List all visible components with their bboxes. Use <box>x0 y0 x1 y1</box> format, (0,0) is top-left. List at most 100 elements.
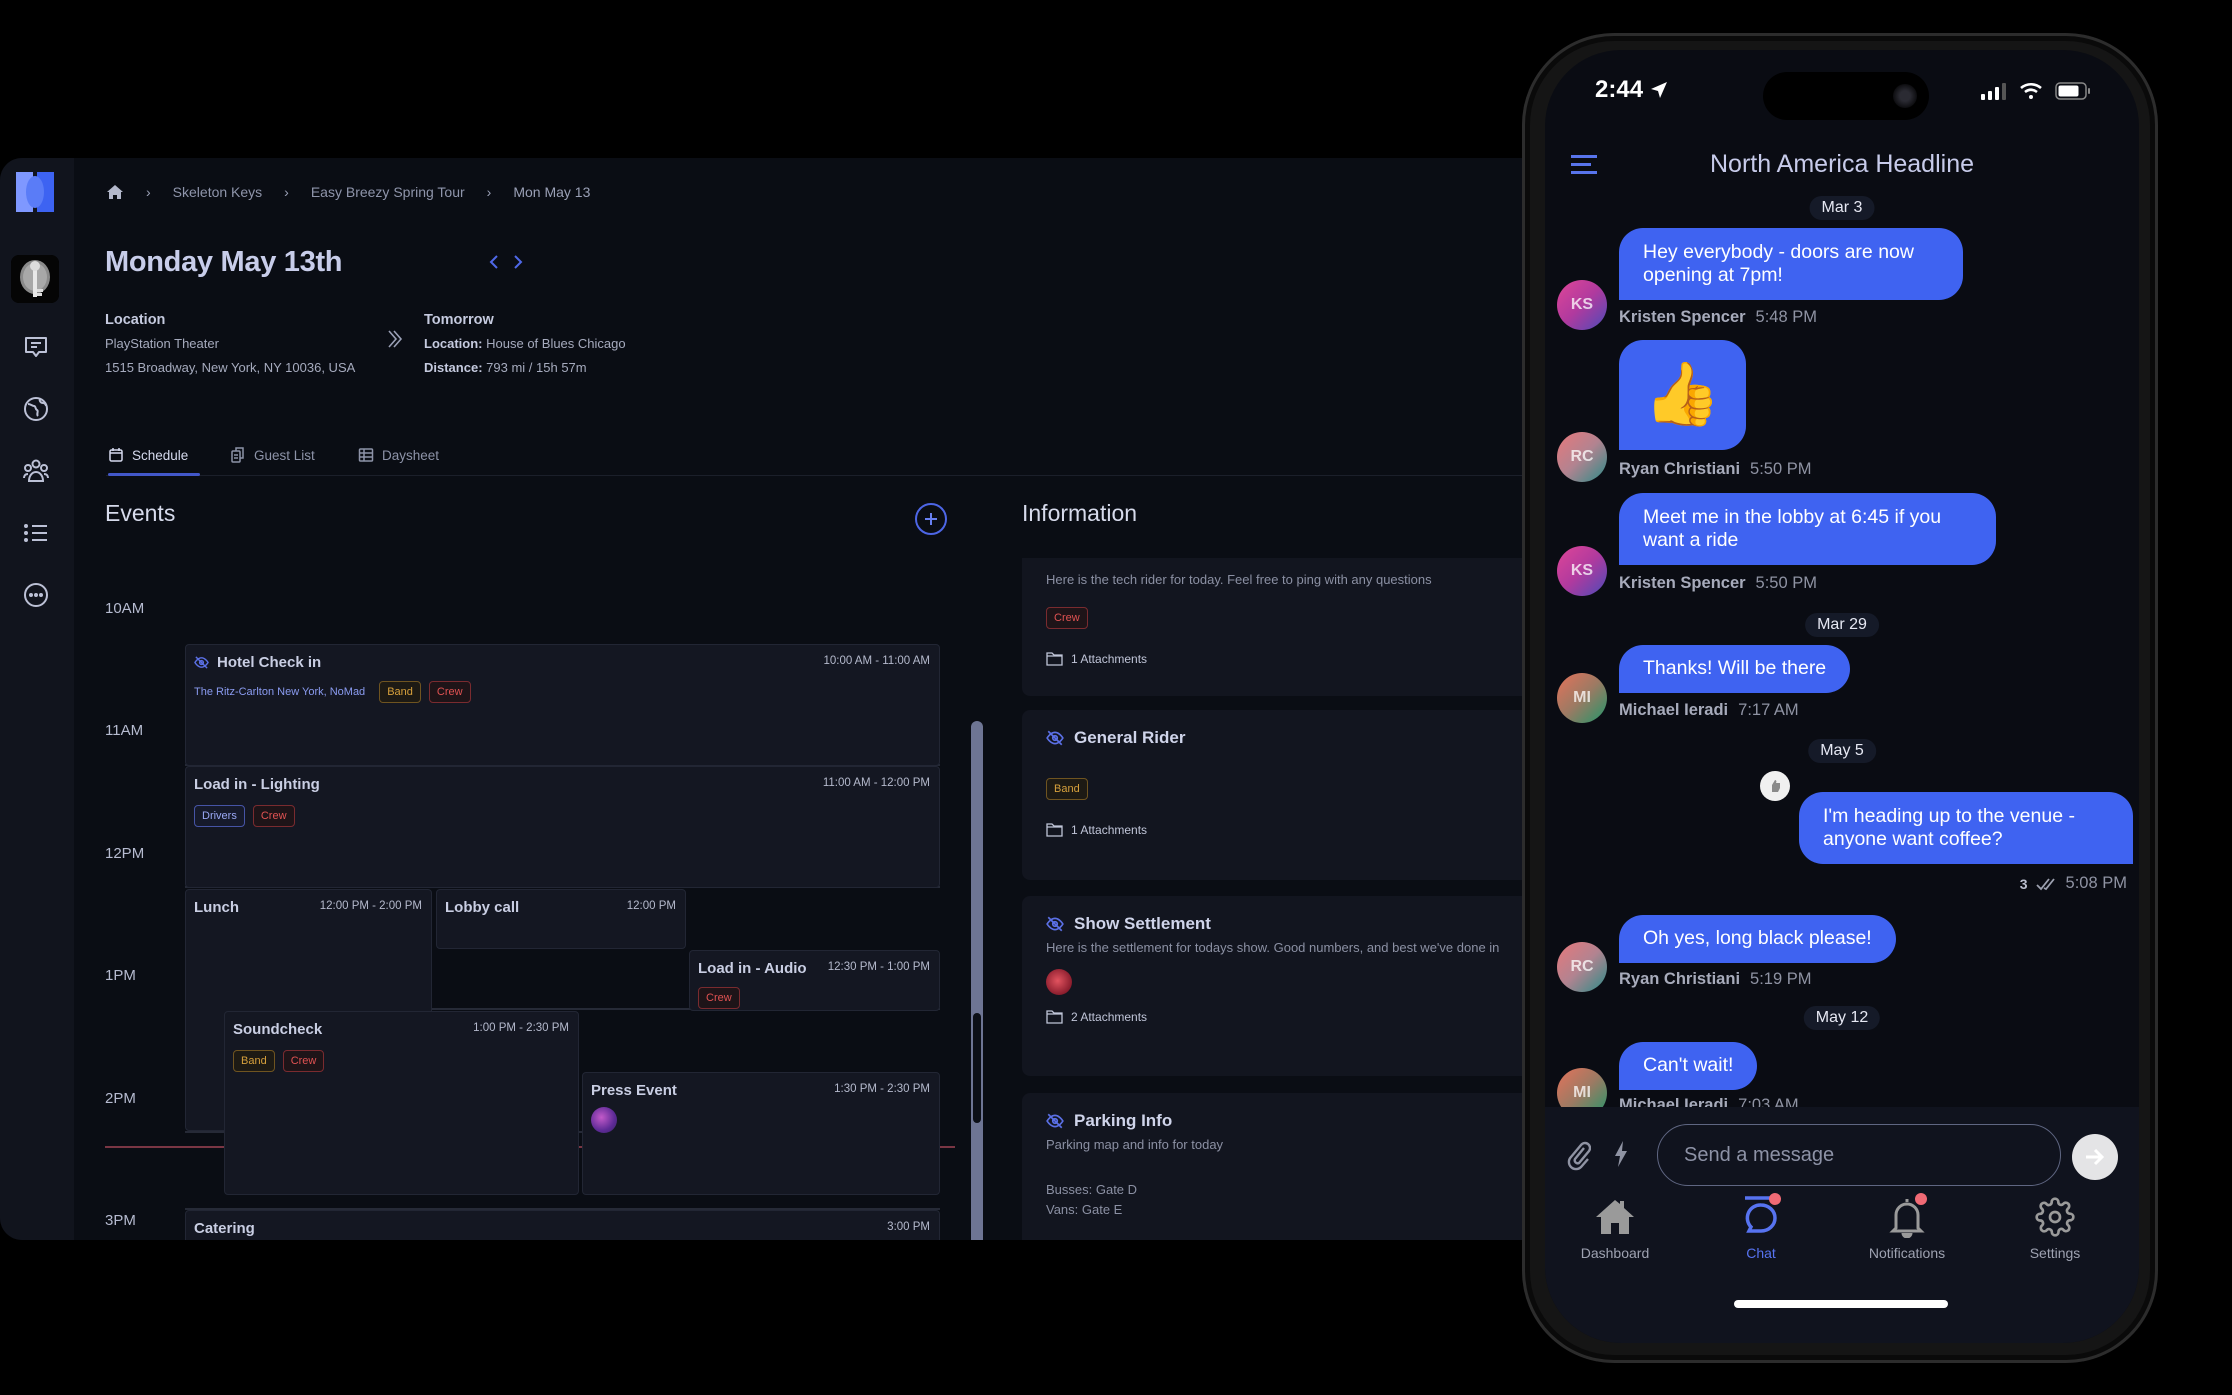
tab-label: Daysheet <box>382 447 440 463</box>
home-icon[interactable] <box>106 184 124 200</box>
tag-drivers: Drivers <box>194 805 245 827</box>
attachments-link[interactable]: 1 Attachments <box>1046 822 1518 837</box>
message-bubble[interactable]: Oh yes, long black please! <box>1619 915 1896 963</box>
tab-settings[interactable]: Settings <box>1995 1195 2115 1261</box>
date-separator: Mar 3 <box>1809 196 1875 220</box>
emoji-message[interactable]: 👍 <box>1619 340 1746 450</box>
avatar[interactable]: MI <box>1557 673 1607 723</box>
message-meta: Ryan Christiani 5:19 PM <box>1619 970 1811 989</box>
info-card[interactable]: Here is the tech rider for today. Feel f… <box>1022 558 1524 696</box>
event-card[interactable]: Soundcheck 1:00 PM - 2:30 PM Band Crew <box>224 1011 579 1195</box>
next-day-button[interactable] <box>511 250 525 274</box>
desktop-app-window: › Skeleton Keys › Easy Breezy Spring Tou… <box>0 158 1524 1240</box>
location-label: Location <box>105 312 166 328</box>
events-scrollbar-track[interactable] <box>971 721 983 1240</box>
previous-day-button[interactable] <box>487 250 501 274</box>
message-time: 5:08 PM <box>2065 874 2127 892</box>
info-card[interactable]: Show Settlement Here is the settlement f… <box>1022 896 1524 1076</box>
event-time: 11:00 AM - 12:00 PM <box>822 777 930 789</box>
paperclip-icon <box>1567 1141 1592 1171</box>
parking-line: Busses: Gate D <box>1046 1182 1138 1197</box>
event-location-link[interactable]: The Ritz-Carlton New York, NoMad <box>194 686 365 698</box>
tab-guest-list[interactable]: Guest List <box>230 436 315 474</box>
event-card[interactable]: Lobby call 12:00 PM <box>436 889 686 949</box>
message-input[interactable] <box>1657 1124 2061 1186</box>
breadcrumb: › Skeleton Keys › Easy Breezy Spring Tou… <box>106 180 590 204</box>
info-description: Here is the tech rider for today. Feel f… <box>1046 572 1432 587</box>
chevron-right-icon: › <box>146 184 151 200</box>
arrow-right-icon <box>2086 1148 2105 1166</box>
location-block: Location PlayStation Theater 1515 Broadw… <box>105 308 355 380</box>
event-title: Load in - Lighting <box>194 776 320 793</box>
info-card[interactable]: Parking Info Parking map and info for to… <box>1022 1093 1524 1240</box>
tab-label: Schedule <box>132 447 189 463</box>
clock: 2:44 <box>1595 76 1644 103</box>
author-name: Kristen Spencer <box>1619 574 1746 592</box>
venue-address: 1515 Broadway, New York, NY 10036, USA <box>105 360 356 375</box>
send-button[interactable] <box>2072 1134 2118 1180</box>
message-bubble[interactable]: Can't wait! <box>1619 1042 1758 1090</box>
double-check-icon <box>2035 877 2055 890</box>
message-bubble[interactable]: Meet me in the lobby at 6:45 if you want… <box>1619 493 1996 565</box>
tag-band: Band <box>379 681 421 703</box>
attachments-link[interactable]: 2 Attachments <box>1046 1009 1518 1024</box>
my-message-bubble[interactable]: I'm heading up to the venue - anyone wan… <box>1799 792 2133 864</box>
app-logo[interactable] <box>14 170 56 214</box>
sidebar-item-people[interactable] <box>17 452 55 490</box>
status-bar-time: 2:44 <box>1595 76 1669 104</box>
hidden-eye-icon <box>1046 916 1064 932</box>
info-card[interactable]: General Rider Band 1 Attachments <box>1022 710 1524 880</box>
avatar[interactable]: RC <box>1557 942 1607 992</box>
sidebar-item-more[interactable] <box>17 576 55 614</box>
tomorrow-label: Tomorrow <box>424 312 494 328</box>
more-icon <box>24 583 48 607</box>
venue-name: PlayStation Theater <box>105 336 219 351</box>
tab-dashboard[interactable]: Dashboard <box>1555 1195 1675 1261</box>
bottom-tab-bar: Dashboard Chat Notifications Settings <box>1545 1193 2139 1275</box>
attach-button[interactable] <box>1567 1139 1592 1176</box>
reaction-thumbs-up[interactable] <box>1760 771 1790 801</box>
avatar[interactable]: RC <box>1557 432 1607 482</box>
sidebar-item-tours[interactable] <box>17 390 55 428</box>
tab-bar: Schedule Guest List Daysheet <box>106 436 1524 476</box>
event-title: Load in - Audio <box>698 960 807 977</box>
event-card[interactable]: Press Event 1:30 PM - 2:30 PM <box>582 1072 940 1195</box>
events-scrollbar-thumb[interactable] <box>973 1013 981 1123</box>
tab-chat[interactable]: Chat <box>1701 1193 1821 1261</box>
event-card[interactable]: Hotel Check in 10:00 AM - 11:00 AM The R… <box>185 644 940 766</box>
breadcrumb-tour[interactable]: Easy Breezy Spring Tour <box>311 184 465 200</box>
add-event-button[interactable] <box>915 503 947 535</box>
event-card[interactable]: Load in - Lighting 11:00 AM - 12:00 PM D… <box>185 766 940 888</box>
thumbs-up-emoji: 👍 <box>1643 360 1722 429</box>
author-name: Michael Ieradi <box>1619 701 1729 719</box>
event-time: 12:00 PM - 2:00 PM <box>319 900 422 912</box>
tab-schedule[interactable]: Schedule <box>108 436 200 476</box>
event-card[interactable]: Catering 3:00 PM <box>185 1210 940 1240</box>
event-title: Hotel Check in <box>217 654 322 671</box>
artist-avatar[interactable] <box>11 255 59 303</box>
chat-badge <box>1769 1193 1781 1205</box>
hour-label: 2PM <box>105 1090 136 1107</box>
message-bubble[interactable]: Thanks! Will be there <box>1619 645 1851 693</box>
tab-notifications[interactable]: Notifications <box>1847 1193 1967 1261</box>
calendar-icon <box>109 448 123 462</box>
avatar[interactable]: KS <box>1557 546 1607 596</box>
attachments-link[interactable]: 1 Attachments <box>1046 651 1518 666</box>
tag-crew: Crew <box>282 1050 325 1072</box>
chevron-right-icon: › <box>486 184 492 200</box>
avatar[interactable]: KS <box>1557 280 1607 330</box>
tab-daysheet[interactable]: Daysheet <box>358 436 439 474</box>
home-indicator[interactable] <box>1734 1300 1948 1308</box>
sidebar-item-list[interactable] <box>17 514 55 552</box>
sidebar-item-chat[interactable] <box>17 328 55 366</box>
parking-line: Vans: Gate E <box>1046 1202 1123 1217</box>
quick-action-button[interactable] <box>1613 1141 1629 1172</box>
message-list[interactable]: Mar 3 Hey everybody - doors are now open… <box>1545 195 2139 1118</box>
breadcrumb-artist[interactable]: Skeleton Keys <box>173 184 263 200</box>
day-navigation <box>487 250 525 274</box>
hour-label: 11AM <box>105 722 144 739</box>
date-separator: May 12 <box>1803 1006 1881 1030</box>
attachments-count: 2 Attachments <box>1071 1009 1148 1024</box>
event-card[interactable]: Load in - Audio 12:30 PM - 1:00 PM Crew <box>689 950 940 1011</box>
message-bubble[interactable]: Hey everybody - doors are now opening at… <box>1619 228 1963 300</box>
